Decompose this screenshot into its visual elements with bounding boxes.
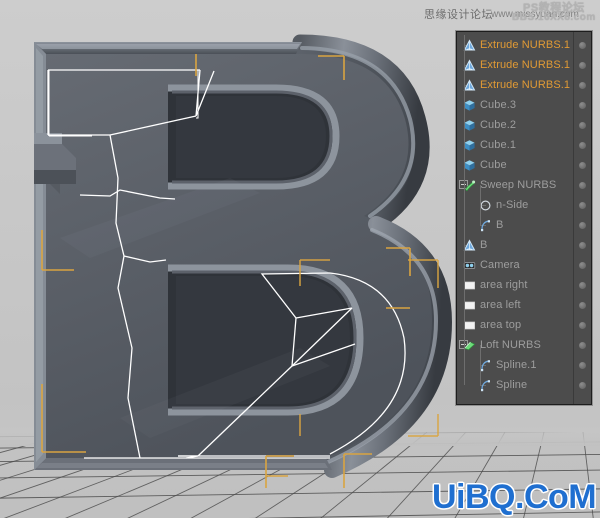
object-tree[interactable]: Extrude NURBS.1 Extrude NURBS.1 Extrude NU… (457, 32, 574, 404)
object-row[interactable]: Extrude NURBS.1 (457, 55, 573, 75)
watermark-overlay: PS教程论坛 BBS.16XX8.com (512, 3, 596, 23)
visibility-dot[interactable] (574, 235, 591, 255)
visibility-dot[interactable] (574, 315, 591, 335)
object-row[interactable]: area right (457, 275, 573, 295)
object-row[interactable]: area left (457, 295, 573, 315)
visibility-dot[interactable] (574, 215, 591, 235)
object-row[interactable]: Camera (457, 255, 573, 275)
watermark-overlay-line2: BBS.16XX8.com (512, 12, 596, 23)
object-row[interactable]: Cube.3 (457, 95, 573, 115)
object-row[interactable]: Cube.1 (457, 135, 573, 155)
visibility-dot[interactable] (574, 95, 591, 115)
object-row-label: area left (480, 299, 521, 311)
tree-trunk-line (464, 35, 465, 385)
object-row[interactable]: Sweep NURBS (457, 175, 573, 195)
object-row-label: Extrude NURBS.1 (480, 39, 571, 51)
object-row[interactable]: n-Side (457, 195, 573, 215)
object-row[interactable]: Cube (457, 155, 573, 175)
object-row[interactable]: B (457, 235, 573, 255)
object-row[interactable]: Spline (457, 375, 573, 395)
object-row[interactable]: Extrude NURBS.1 (457, 75, 573, 95)
object-row[interactable]: Loft NURBS (457, 335, 573, 355)
visibility-dot[interactable] (574, 375, 591, 395)
object-row-label: area top (480, 319, 522, 331)
object-row[interactable]: B (457, 215, 573, 235)
object-row-label: Cube.3 (480, 99, 517, 111)
object-row-label: Camera (480, 259, 520, 271)
object-row-label: Spline (496, 379, 528, 391)
object-row-label: Cube.2 (480, 119, 517, 131)
object-row[interactable]: Spline.1 (457, 355, 573, 375)
visibility-dot[interactable] (574, 75, 591, 95)
tree-child-line (480, 185, 481, 225)
perspective-viewport[interactable]: Extrude NURBS.1 Extrude NURBS.1 Extrude NU… (0, 0, 600, 518)
object-row[interactable]: area top (457, 315, 573, 335)
object-row-label: Cube (480, 159, 507, 171)
object-row-label: B (496, 219, 504, 231)
object-row-label: Extrude NURBS.1 (480, 79, 571, 91)
visibility-dot[interactable] (574, 175, 591, 195)
visibility-dot[interactable] (574, 135, 591, 155)
letter-b-3d-model[interactable] (0, 18, 452, 488)
object-row[interactable]: Extrude NURBS.1 (457, 35, 573, 55)
object-row-label: area right (480, 279, 528, 291)
visibility-dot[interactable] (574, 275, 591, 295)
visibility-dot[interactable] (574, 195, 591, 215)
visibility-dot[interactable] (574, 255, 591, 275)
visibility-dot[interactable] (574, 155, 591, 175)
object-row-label: Sweep NURBS (480, 179, 557, 191)
tree-child-line (480, 345, 481, 385)
object-row-label: Extrude NURBS.1 (480, 59, 571, 71)
object-row-label: n-Side (496, 199, 529, 211)
object-row-label: Spline.1 (496, 359, 537, 371)
app-root: Extrude NURBS.1 Extrude NURBS.1 Extrude NU… (0, 0, 600, 518)
visibility-dot[interactable] (574, 355, 591, 375)
visibility-dot[interactable] (574, 295, 591, 315)
tree-connector (457, 215, 573, 235)
visibility-dots-column[interactable] (573, 32, 591, 404)
object-row-label: Cube.1 (480, 139, 517, 151)
visibility-dot[interactable] (574, 55, 591, 75)
object-manager-panel[interactable]: Extrude NURBS.1 Extrude NURBS.1 Extrude NU… (456, 31, 592, 405)
visibility-dot[interactable] (574, 335, 591, 355)
visibility-dot[interactable] (574, 35, 591, 55)
watermark-overlay-line1: PS教程论坛 (523, 2, 585, 14)
watermark-url: www.missyuan.com (491, 9, 579, 20)
visibility-dot[interactable] (574, 115, 591, 135)
object-row[interactable]: Cube.2 (457, 115, 573, 135)
object-row-label: B (480, 239, 488, 251)
object-row-label: Loft NURBS (480, 339, 541, 351)
